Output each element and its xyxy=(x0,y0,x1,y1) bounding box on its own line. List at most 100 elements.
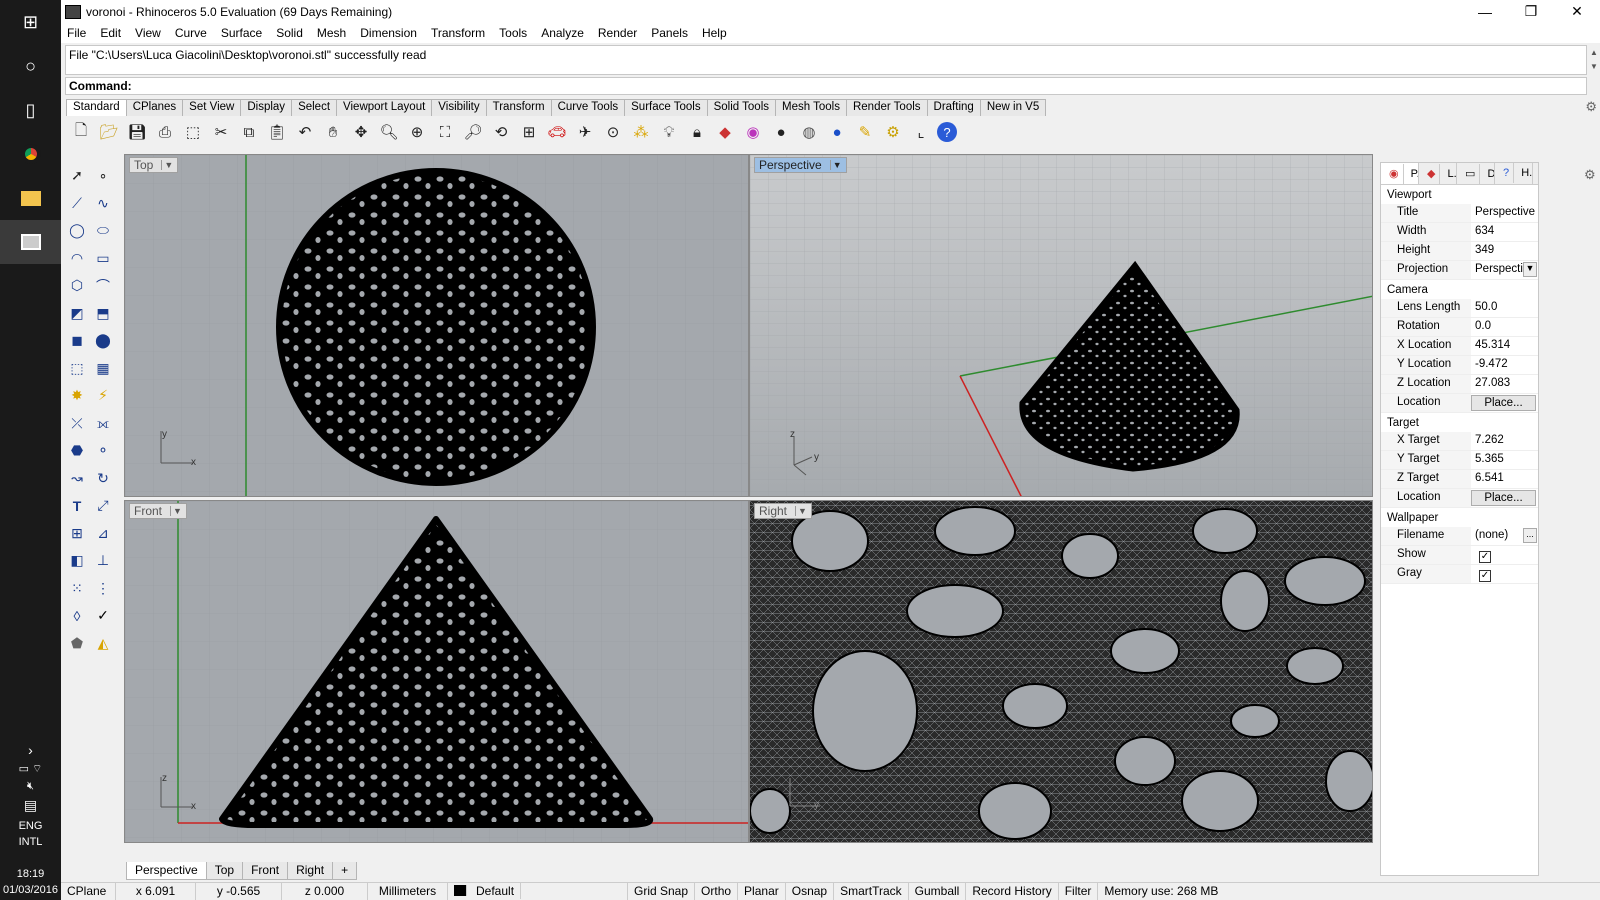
command-line[interactable]: Command: xyxy=(65,77,1587,95)
tab-viewport-layout[interactable]: Viewport Layout xyxy=(336,99,433,116)
explode-icon[interactable]: ✸ xyxy=(64,384,90,408)
menu-analyze[interactable]: Analyze xyxy=(541,26,584,40)
render-material-icon[interactable]: ◭ xyxy=(90,631,116,655)
light-bulb-icon[interactable]: 💡︎ xyxy=(657,120,681,144)
tab-visibility[interactable]: Visibility xyxy=(431,99,487,116)
cut-icon[interactable]: ✂ xyxy=(209,120,233,144)
chevron-down-icon[interactable]: ▼ xyxy=(1523,262,1537,277)
tab-display[interactable]: Display xyxy=(240,99,293,116)
chevron-down-icon[interactable]: ▼ xyxy=(795,506,807,516)
zoom-selected-icon[interactable]: 🔎︎ xyxy=(461,120,485,144)
rotate-view-icon[interactable]: ✥ xyxy=(349,120,373,144)
show-hidden-icons[interactable]: › xyxy=(0,740,61,760)
move-icon[interactable]: ↝ xyxy=(64,466,90,490)
rectangle-icon[interactable]: ▭ xyxy=(90,246,116,270)
solid-tools-icon[interactable]: ⬟ xyxy=(64,631,90,655)
z-location-value[interactable]: 27.083 xyxy=(1471,375,1538,393)
options-gears-icon[interactable]: ⚙ xyxy=(881,120,905,144)
zoom-extents-icon[interactable]: ⛶ xyxy=(433,120,457,144)
arc-icon[interactable]: ◠ xyxy=(64,246,90,270)
vptab-right[interactable]: Right xyxy=(287,862,334,880)
paste-icon[interactable]: 📋︎ xyxy=(265,120,289,144)
color-wheel-icon[interactable]: ◉ xyxy=(741,120,765,144)
viewport-top[interactable]: Top ▼ y x xyxy=(124,154,749,497)
tab-set-view[interactable]: Set View xyxy=(182,99,242,116)
select-arrow-icon[interactable]: ➚ xyxy=(64,164,90,188)
status-grid-snap[interactable]: Grid Snap xyxy=(628,883,696,900)
tab-cplanes[interactable]: CPlanes xyxy=(125,99,184,116)
car-icon[interactable]: 🚗︎ xyxy=(545,120,569,144)
panel-tab-display[interactable]: ▭ Di... xyxy=(1457,163,1495,184)
gray-checkbox[interactable]: ✓ xyxy=(1479,570,1491,582)
import-icon[interactable]: ⬚ xyxy=(181,120,205,144)
rotate-icon[interactable]: ↻ xyxy=(90,466,116,490)
tab-new-in-v5[interactable]: New in V5 xyxy=(979,99,1047,116)
viewport-right[interactable]: Right ▼ y xyxy=(749,500,1373,843)
tab-render-tools[interactable]: Render Tools xyxy=(845,99,928,116)
title-value[interactable]: Perspective xyxy=(1471,204,1538,222)
status-layer[interactable]: Default xyxy=(448,883,628,900)
open-folder-icon[interactable]: 📂︎ xyxy=(97,120,121,144)
tab-transform[interactable]: Transform xyxy=(485,99,552,116)
viewport-front[interactable]: Front ▼ z x xyxy=(124,500,749,843)
rhino-app-icon[interactable] xyxy=(0,220,61,264)
status-cplane[interactable]: CPlane xyxy=(61,883,116,900)
dimension-tool-icon[interactable]: ⊥ xyxy=(90,549,116,573)
chevron-down-icon[interactable]: ▼ xyxy=(170,506,182,516)
panel-options-gear-icon[interactable]: ⚙ xyxy=(1584,167,1596,183)
help-icon[interactable]: ? xyxy=(937,122,957,142)
network-icon[interactable]: ▭ ⌔ xyxy=(0,760,61,778)
pan-hand-icon[interactable]: ✋︎ xyxy=(321,120,345,144)
surface-corner-icon[interactable]: ◩ xyxy=(64,301,90,325)
viewport-right-title[interactable]: Right ▼ xyxy=(754,503,812,519)
trim-icon[interactable]: ⚡︎ xyxy=(90,384,116,408)
menu-tools[interactable]: Tools xyxy=(499,26,527,40)
panel-tab-help[interactable]: ? H... xyxy=(1495,163,1533,184)
panel-tab-layers[interactable]: ◆ L... xyxy=(1419,163,1457,184)
shaded-sphere-icon[interactable]: ● xyxy=(769,120,793,144)
polygon-icon[interactable]: ⬡ xyxy=(64,274,90,298)
menu-edit[interactable]: Edit xyxy=(100,26,121,40)
menu-surface[interactable]: Surface xyxy=(221,26,262,40)
status-units[interactable]: Millimeters xyxy=(368,883,448,900)
minimize-button[interactable]: — xyxy=(1462,4,1508,20)
vptab-add[interactable]: + xyxy=(332,862,358,880)
x-target-value[interactable]: 7.262 xyxy=(1471,432,1538,450)
tab-select[interactable]: Select xyxy=(291,99,338,116)
chevron-down-icon[interactable]: ▼ xyxy=(829,160,842,170)
ungroup-icon[interactable]: ⚬ xyxy=(90,439,116,463)
layout-icon[interactable]: ⋮ xyxy=(90,576,116,600)
filename-field[interactable]: (none)... xyxy=(1471,527,1538,545)
render-settings-icon[interactable]: ✎ xyxy=(853,120,877,144)
ellipse-icon[interactable]: ⬭ xyxy=(90,219,116,243)
check-icon[interactable]: ✓ xyxy=(90,604,116,628)
boolean-icon[interactable]: ⬤ xyxy=(90,329,116,353)
text-icon[interactable]: T xyxy=(64,494,90,518)
curve-icon[interactable]: ∿ xyxy=(90,191,116,215)
extrude-icon[interactable]: ⬒ xyxy=(90,301,116,325)
status-record-history[interactable]: Record History xyxy=(966,883,1059,900)
rotation-value[interactable]: 0.0 xyxy=(1471,318,1538,336)
save-icon[interactable]: 💾︎ xyxy=(125,120,149,144)
fillet-icon[interactable]: ⌒ xyxy=(90,274,116,298)
lock-icon[interactable]: 🔒︎ xyxy=(685,120,709,144)
y-target-value[interactable]: 5.365 xyxy=(1471,451,1538,469)
camera-place-button[interactable]: Place... xyxy=(1471,395,1536,411)
start-windows-icon[interactable]: ⊞ xyxy=(0,0,61,44)
x-location-value[interactable]: 45.314 xyxy=(1471,337,1538,355)
toolbar-options-gear-icon[interactable]: ⚙ xyxy=(1585,99,1597,115)
status-osnap[interactable]: Osnap xyxy=(786,883,835,900)
split-icon[interactable]: ⤫ xyxy=(64,411,90,435)
polyline-icon[interactable]: ⟋ xyxy=(64,191,90,215)
target-place-button[interactable]: Place... xyxy=(1471,490,1536,506)
box-icon[interactable]: ◼ xyxy=(64,329,90,353)
menu-view[interactable]: View xyxy=(135,26,161,40)
vptab-perspective[interactable]: Perspective xyxy=(126,862,207,880)
notifications-icon[interactable]: ▤ xyxy=(0,795,61,816)
width-value[interactable]: 634 xyxy=(1471,223,1538,241)
undo-view-icon[interactable]: ⟲ xyxy=(489,120,513,144)
tab-solid-tools[interactable]: Solid Tools xyxy=(706,99,776,116)
viewport-front-title[interactable]: Front ▼ xyxy=(129,503,187,519)
clock[interactable]: 18:19 01/03/2016 xyxy=(0,852,61,900)
task-view-icon[interactable]: ▯ xyxy=(0,88,61,132)
